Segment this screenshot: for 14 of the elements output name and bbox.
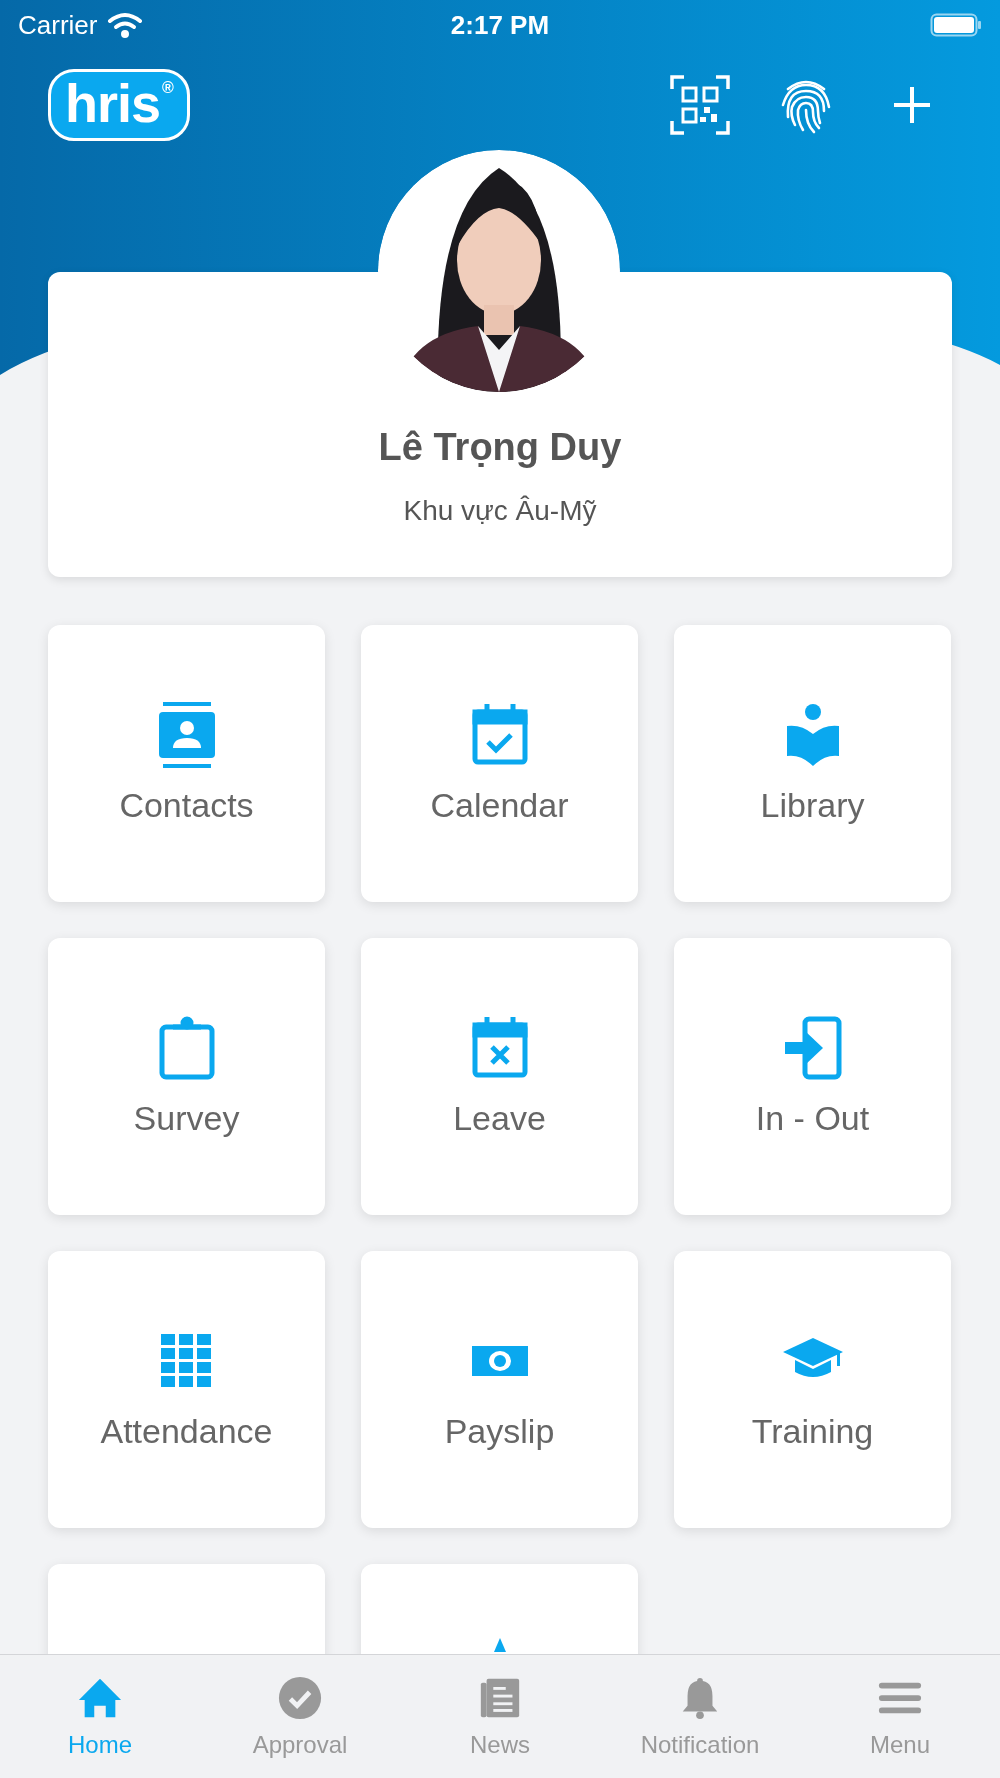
status-time: 2:17 PM (450, 9, 550, 41)
profile-region: Khu vực Âu-Mỹ (403, 495, 597, 527)
menu-tile[interactable]: Survey (48, 938, 325, 1215)
menu-tile[interactable]: Payslip (361, 1251, 638, 1528)
hris-logo: hris$^{®}$ (48, 69, 190, 141)
menu-tile[interactable]: Training (674, 1251, 951, 1528)
menu-tile[interactable]: Attendance (48, 1251, 325, 1528)
menu-tile[interactable]: Contacts (48, 625, 325, 902)
profile-name: Lê Trọng Duy (378, 426, 622, 469)
menu-tile[interactable]: Calendar (361, 625, 638, 902)
menu-tile[interactable]: Leave (361, 938, 638, 1215)
carrier-label: Carrier (18, 9, 98, 41)
menu-tile[interactable]: Library (674, 625, 951, 902)
menu-tile[interactable]: In - Out (674, 938, 951, 1215)
